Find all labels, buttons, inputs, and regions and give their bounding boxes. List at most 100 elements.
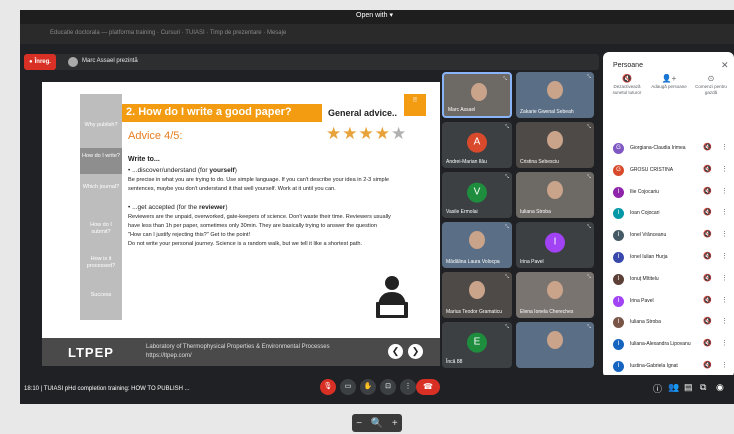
more-participants-icon: E [467, 332, 487, 353]
more-vert-icon[interactable]: ⋮ [721, 165, 728, 173]
participant-tile[interactable]: I ⤡ Irina Pavel [516, 222, 594, 268]
present-icon: ⊡ [385, 383, 391, 390]
participant-tile[interactable]: ⤡ [516, 322, 594, 368]
panel-title: Persoane [613, 62, 643, 69]
people-row[interactable]: I Iustina-Gabriela Ignat 🔇 ⋮ [603, 356, 734, 376]
zoom-in-button[interactable]: + [392, 418, 398, 429]
participant-tile[interactable]: ⤡ Marius Teodor Gramaticu [442, 272, 512, 318]
mic-muted-icon[interactable]: 🔇 [703, 208, 712, 216]
pin-icon[interactable]: ⤡ [505, 274, 509, 280]
person-avatar: I [613, 317, 624, 329]
more-vert-icon[interactable]: ⋮ [721, 361, 728, 369]
people-icon[interactable]: 👥 [668, 382, 679, 393]
more-vert-icon[interactable]: ⋮ [721, 296, 728, 304]
more-vert-icon[interactable]: ⋮ [721, 317, 728, 325]
outer-frame-top [0, 0, 734, 10]
mic-muted-icon[interactable]: 🔇 [703, 187, 712, 195]
mic-muted-icon[interactable]: 🔇 [703, 339, 712, 347]
pin-icon[interactable]: ⤡ [587, 224, 591, 230]
more-vert-icon[interactable]: ⋮ [721, 274, 728, 282]
people-row[interactable]: G GROSU CRISTINA 🔇 ⋮ [603, 160, 734, 180]
participant-tile[interactable]: ⤡ Marc Assael [442, 72, 512, 118]
participant-name: Marc Assael [448, 107, 476, 113]
advice-heading: Advice 4/5: [128, 130, 183, 142]
person-avatar: I [613, 361, 624, 372]
participant-tile[interactable]: A ⤡ Andrei-Marian Ilău [442, 122, 512, 168]
participant-tile[interactable]: E ⤡ Încă 88 [442, 322, 512, 368]
mic-muted-icon[interactable]: 🔇 [703, 230, 712, 238]
pin-icon[interactable]: ⤡ [505, 224, 509, 230]
chat-icon[interactable]: ▤ [684, 382, 693, 393]
mic-muted-icon[interactable]: 🔇 [703, 165, 712, 173]
mic-muted-icon[interactable]: 🔇 [703, 317, 712, 325]
slide-side-item: Why publish? [84, 122, 118, 128]
person-avatar: G [613, 143, 624, 154]
more-vert-icon[interactable]: ⋮ [721, 208, 728, 216]
pin-icon[interactable]: ⤡ [587, 324, 591, 330]
info-icon[interactable]: ⓘ [653, 382, 662, 395]
mic-muted-icon[interactable]: 🔇 [703, 252, 712, 260]
people-row[interactable]: G Giorgiana-Claudia Irimea 🔇 ⋮ [603, 138, 734, 158]
add-people-button[interactable]: 👤+ Adaugă persoane [649, 75, 689, 90]
raise-hand-button[interactable]: ✋ [360, 379, 376, 395]
lab-info: Laboratory of Thermophysical Properties … [146, 343, 330, 361]
more-vert-icon[interactable]: ⋮ [721, 230, 728, 238]
people-row[interactable]: I Ionuț Mîtitelu 🔇 ⋮ [603, 269, 734, 289]
panel-close-icon[interactable]: ✕ [721, 60, 729, 71]
people-row[interactable]: I Ionel Iulian Hurja 🔇 ⋮ [603, 247, 734, 267]
people-row[interactable]: I Iuliana Stroba 🔇 ⋮ [603, 312, 734, 332]
mic-off-button[interactable]: 🎙 [320, 379, 336, 395]
people-row[interactable]: I Ilie Cojocariu 🔇 ⋮ [603, 182, 734, 202]
zoom-out-button[interactable]: − [356, 418, 362, 429]
pin-icon[interactable]: ⤡ [587, 74, 591, 80]
person-name: Ioan Cojocari [630, 210, 660, 217]
more-vert-icon[interactable]: ⋮ [721, 143, 728, 151]
pin-icon[interactable]: ⤡ [505, 124, 509, 130]
more-vert-icon[interactable]: ⋮ [721, 187, 728, 195]
more-options-button[interactable]: ⋮ [400, 379, 416, 395]
participant-tile[interactable]: ⤡ Cristina Sebesciu [516, 122, 594, 168]
people-row[interactable]: I Ioan Cojocari 🔇 ⋮ [603, 203, 734, 223]
people-row[interactable]: I Iuliana-Alexandra Lipovanu 🔇 ⋮ [603, 334, 734, 354]
lock-icon[interactable]: ◉ [716, 382, 724, 393]
host-controls-button[interactable]: ⊙ Comenzi pentru gazdă [691, 75, 731, 96]
more-vert-icon[interactable]: ⋮ [721, 252, 728, 260]
presenting-text: Marc Assael prezintă [82, 58, 138, 64]
pin-icon[interactable]: ⤡ [505, 174, 509, 180]
pin-icon[interactable]: ⤡ [505, 324, 509, 330]
pin-icon[interactable]: ⤡ [503, 76, 507, 82]
open-with-button[interactable]: Open with ▾ [356, 11, 393, 19]
slide-subtitle: General advice.. [328, 108, 398, 118]
hang-up-button[interactable]: ☎ [416, 379, 440, 395]
mic-muted-icon[interactable]: 🔇 [703, 143, 712, 151]
people-panel: Persoane ✕ 🔇 Dezactivează sunetul tuturor… [603, 52, 734, 378]
bullet-accepted: • ...get accepted (for the reviewer) [128, 204, 228, 211]
pin-icon[interactable]: ⤡ [587, 274, 591, 280]
mute-all-button[interactable]: 🔇 Dezactivează sunetul tuturor [607, 75, 647, 96]
more-vert-icon[interactable]: ⋮ [721, 339, 728, 347]
mic-off-icon: 🎙 [323, 383, 333, 390]
camera-button[interactable]: ▭ [340, 379, 356, 395]
people-row[interactable]: I Irina Pavel 🔇 ⋮ [603, 291, 734, 311]
slide-prev-button[interactable]: ❮ [388, 344, 403, 359]
person-name: Ionel Iulian Hurja [630, 254, 668, 260]
participant-tile[interactable]: ⤡ Zakarie Gwenal Sebeah [516, 72, 594, 118]
mic-muted-icon[interactable]: 🔇 [703, 361, 712, 369]
activities-icon[interactable]: ⧉ [700, 382, 706, 393]
zoom-search-icon[interactable]: 🔍 [371, 418, 383, 429]
slide-next-button[interactable]: ❯ [408, 344, 423, 359]
participant-tile[interactable]: ⤡ Elena Ionela Chereches [516, 272, 594, 318]
mic-muted-icon[interactable]: 🔇 [703, 296, 712, 304]
participant-tile[interactable]: V ⤡ Vasile Ermolai [442, 172, 512, 218]
participant-video [547, 81, 563, 99]
pin-icon[interactable]: ⤡ [587, 174, 591, 180]
present-button[interactable]: ⊡ [380, 379, 396, 395]
participant-video [547, 281, 563, 299]
mic-muted-icon[interactable]: 🔇 [703, 274, 712, 282]
pin-icon[interactable]: ⤡ [587, 124, 591, 130]
recording-badge[interactable]: ● Înreg. [24, 54, 56, 70]
participant-tile[interactable]: ⤡ Mădălina Laura Volocpa [442, 222, 512, 268]
participant-tile[interactable]: ⤡ Iuliana Stroba [516, 172, 594, 218]
people-row[interactable]: I Ionel Vrănceanu 🔇 ⋮ [603, 225, 734, 245]
bullet-text: • ...get accepted (for the [128, 204, 199, 211]
